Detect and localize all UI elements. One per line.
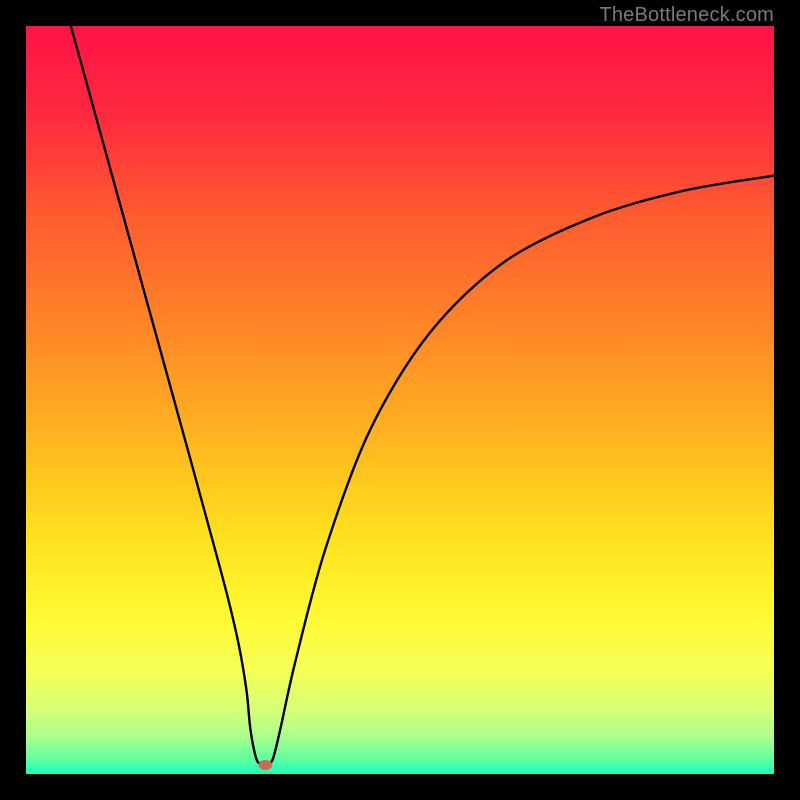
- chart-container: TheBottleneck.com: [0, 0, 800, 800]
- attribution-label: TheBottleneck.com: [599, 4, 774, 27]
- plot-area: [26, 26, 774, 774]
- optimum-marker: [258, 760, 272, 770]
- curve-layer: [26, 26, 774, 774]
- bottleneck-curve: [71, 26, 774, 764]
